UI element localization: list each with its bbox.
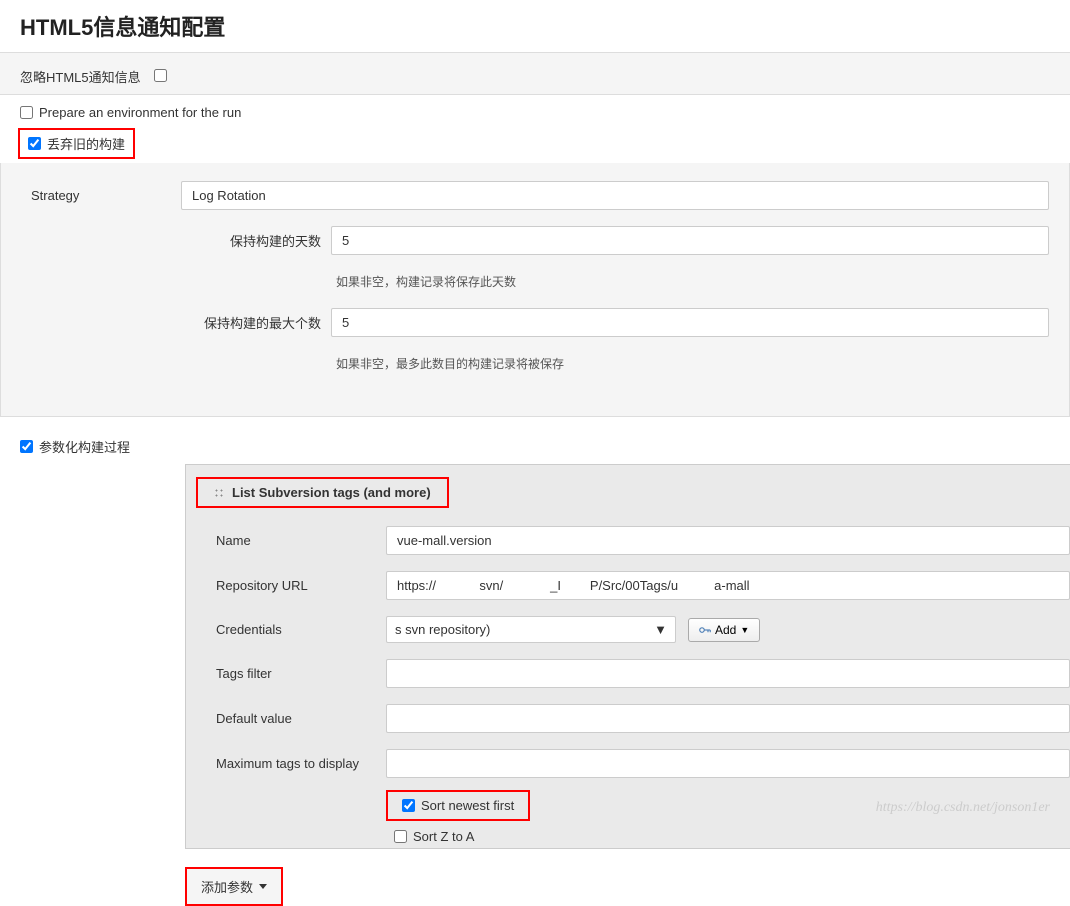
ignore-html5-label: 忽略HTML5通知信息 (20, 67, 150, 86)
cred-select[interactable]: s svn repository) ▼ (386, 616, 676, 643)
strategy-row: Strategy (31, 177, 1049, 214)
sort-newest-highlight: Sort newest first (386, 790, 530, 821)
parameterized-checkbox[interactable] (20, 440, 33, 453)
days-keep-input[interactable] (331, 226, 1049, 255)
name-label: Name (216, 533, 386, 548)
days-keep-help: 如果非空，构建记录将保存此天数 (336, 267, 1049, 304)
parameterized-row: 参数化构建过程 (0, 431, 1070, 462)
cred-label: Credentials (216, 622, 386, 637)
sort-newest-row: Sort newest first (386, 786, 1070, 825)
max-tags-label: Maximum tags to display (216, 756, 386, 771)
key-icon (699, 626, 711, 634)
default-row: Default value (186, 696, 1070, 741)
prepare-env-label: Prepare an environment for the run (39, 105, 241, 120)
ignore-html5-section: 忽略HTML5通知信息 (0, 52, 1070, 95)
tags-filter-label: Tags filter (216, 666, 386, 681)
max-keep-row: 保持构建的最大个数 (196, 304, 1049, 341)
discard-old-label: 丢弃旧的构建 (47, 134, 125, 153)
name-row: Name (186, 518, 1070, 563)
chevron-down-icon: ▼ (740, 625, 749, 635)
sort-za-checkbox[interactable] (394, 830, 407, 843)
sort-za-row: Sort Z to A (386, 825, 1070, 848)
add-cred-button[interactable]: Add ▼ (688, 618, 760, 642)
prepare-env-row: Prepare an environment for the run (0, 99, 1070, 126)
max-keep-help: 如果非空，最多此数目的构建记录将被保存 (336, 349, 1049, 386)
chevron-down-icon: ▼ (654, 622, 667, 637)
cred-value: s svn repository) (395, 622, 490, 637)
discard-old-form: Strategy 保持构建的天数 如果非空，构建记录将保存此天数 保持构建的最大… (0, 163, 1070, 417)
add-param-row: 添加参数 (185, 867, 1070, 906)
tags-filter-input[interactable] (386, 659, 1070, 688)
add-param-button[interactable]: 添加参数 (185, 867, 283, 906)
page-title: HTML5信息通知配置 (0, 0, 1070, 52)
sort-za-label: Sort Z to A (413, 829, 474, 844)
repo-label: Repository URL (216, 578, 386, 593)
repo-row: Repository URL (186, 563, 1070, 608)
strategy-label: Strategy (31, 188, 181, 203)
svn-param-header-highlight: List Subversion tags (and more) (196, 477, 449, 508)
max-tags-input[interactable] (386, 749, 1070, 778)
discard-old-checkbox[interactable] (28, 137, 41, 150)
add-param-label: 添加参数 (201, 877, 253, 896)
discard-old-highlight: 丢弃旧的构建 (18, 128, 135, 159)
tags-filter-row: Tags filter (186, 651, 1070, 696)
default-label: Default value (216, 711, 386, 726)
strategy-input[interactable] (181, 181, 1049, 210)
sort-newest-checkbox[interactable] (402, 799, 415, 812)
prepare-env-checkbox[interactable] (20, 106, 33, 119)
svn-param-title: List Subversion tags (and more) (232, 485, 431, 500)
max-keep-label: 保持构建的最大个数 (196, 313, 331, 332)
svn-param-box: List Subversion tags (and more) Name Rep… (185, 464, 1070, 849)
add-btn-label: Add (715, 623, 736, 637)
ignore-html5-checkbox[interactable] (154, 69, 167, 82)
parameterized-label: 参数化构建过程 (39, 437, 130, 456)
parameterized-section: List Subversion tags (and more) Name Rep… (0, 464, 1070, 906)
days-keep-label: 保持构建的天数 (196, 231, 331, 250)
sort-newest-label: Sort newest first (421, 798, 514, 813)
chevron-down-icon (259, 884, 267, 889)
default-input[interactable] (386, 704, 1070, 733)
discard-old-row: 丢弃旧的构建 (0, 126, 1070, 161)
drag-handle-icon[interactable] (214, 488, 224, 498)
days-keep-row: 保持构建的天数 (196, 222, 1049, 259)
max-keep-input[interactable] (331, 308, 1049, 337)
repo-input[interactable] (386, 571, 1070, 600)
name-input[interactable] (386, 526, 1070, 555)
cred-row: Credentials s svn repository) ▼ Add ▼ (186, 608, 1070, 651)
svn-param-header: List Subversion tags (and more) (186, 465, 1070, 518)
max-tags-row: Maximum tags to display (186, 741, 1070, 786)
